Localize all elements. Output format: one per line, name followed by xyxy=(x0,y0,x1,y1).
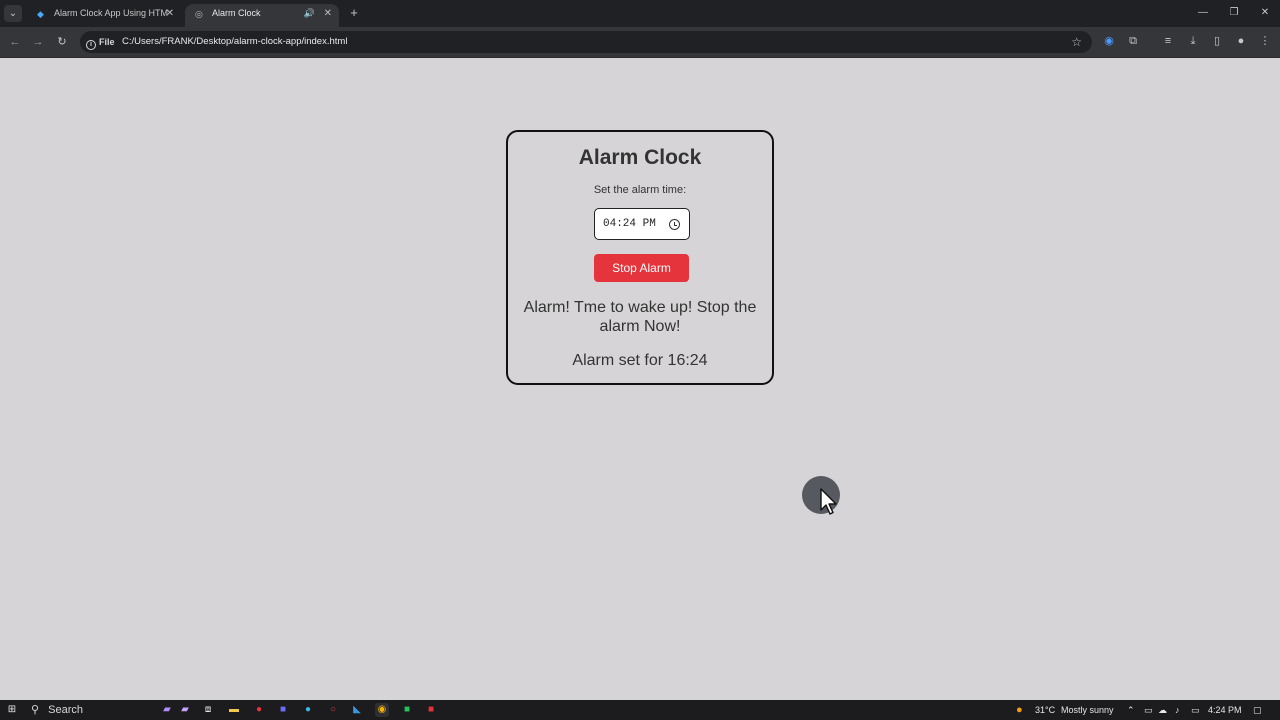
new-tab-button[interactable]: + xyxy=(347,5,361,21)
copilot-icon[interactable]: ◉ xyxy=(1102,34,1116,49)
forward-icon[interactable]: → xyxy=(31,35,45,49)
file-explorer-icon[interactable]: ▬ xyxy=(227,703,241,717)
time-value: 04:24 PM xyxy=(603,218,656,230)
reload-icon[interactable]: ↻ xyxy=(55,35,69,49)
edge-icon[interactable]: ● xyxy=(301,703,315,717)
vscode-icon[interactable]: ◣ xyxy=(350,703,364,717)
recorder-icon[interactable]: ■ xyxy=(424,703,438,717)
app-title: Alarm Clock xyxy=(578,146,702,169)
weather-icon[interactable]: ● xyxy=(1016,703,1023,717)
download-icon[interactable]: ⤓ xyxy=(1186,34,1200,49)
back-icon[interactable]: ← xyxy=(8,35,22,49)
info-icon: i xyxy=(86,40,96,50)
cloud-icon[interactable]: ☁ xyxy=(1158,703,1167,717)
stop-alarm-button[interactable]: Stop Alarm xyxy=(594,254,689,282)
close-window-icon[interactable]: ✕ xyxy=(1258,5,1272,21)
extensions-icon[interactable]: ⧉ xyxy=(1126,34,1140,49)
tab-alarm-tutorial[interactable]: ◆ Alarm Clock App Using HTML, C ✕ xyxy=(27,4,181,27)
tab-strip: ⌄ ◆ Alarm Clock App Using HTML, C ✕ ◎ Al… xyxy=(0,0,1280,27)
search-icon: ⚲ xyxy=(31,704,40,716)
chevron-up-icon[interactable]: ⌃ xyxy=(1127,703,1135,717)
opera-icon[interactable]: ● xyxy=(252,703,266,717)
clipchamp-icon[interactable]: ▰ xyxy=(160,703,174,717)
reading-list-icon[interactable]: ≡ xyxy=(1161,34,1175,49)
globe-icon: ◎ xyxy=(195,9,203,19)
address-bar[interactable]: i File C:/Users/FRANK/Desktop/alarm-clock… xyxy=(80,31,1092,53)
battery-icon[interactable]: ▭ xyxy=(1144,703,1153,717)
taskbar-search-label: Search xyxy=(48,704,83,716)
tab-label: Alarm Clock App Using HTML, C xyxy=(54,8,168,18)
clock-icon[interactable] xyxy=(669,219,680,230)
file-chip-label: File xyxy=(99,37,115,47)
clock-time[interactable]: 4:24 PM xyxy=(1208,703,1242,717)
microphone-icon[interactable]: ♪ xyxy=(1175,703,1180,717)
notification-icon[interactable]: ▢ xyxy=(1253,703,1262,717)
chrome-icon[interactable]: ◉ xyxy=(375,703,389,717)
tab-search-button[interactable]: ⌄ xyxy=(4,5,22,22)
restore-icon[interactable]: ❐ xyxy=(1227,5,1241,21)
weather-temp[interactable]: 31°C xyxy=(1035,703,1055,717)
browser-window: ⌄ ◆ Alarm Clock App Using HTML, C ✕ ◎ Al… xyxy=(0,0,1280,700)
premiere-icon[interactable]: ■ xyxy=(276,703,290,717)
menu-icon[interactable]: ⋮ xyxy=(1258,34,1272,49)
windows-start-icon[interactable]: ⊞ xyxy=(5,703,19,717)
page-viewport: Alarm Clock Set the alarm time: 04:24 PM… xyxy=(0,58,1280,700)
close-tab-icon[interactable]: ✕ xyxy=(324,4,332,23)
network-icon[interactable]: ▭ xyxy=(1191,703,1200,717)
alarm-time-input[interactable]: 04:24 PM xyxy=(594,208,690,240)
site-info-chip[interactable]: i File xyxy=(86,35,115,50)
side-panel-icon[interactable]: ▯ xyxy=(1210,34,1224,49)
windows-taskbar: ⊞ ⚲ Search ▰ ▰ ⧈ ▬ ● ■ ● ○ ◣ ◉ ■ ■ ● 31°… xyxy=(0,700,1280,720)
weather-desc[interactable]: Mostly sunny xyxy=(1061,703,1114,717)
alarm-card: Alarm Clock Set the alarm time: 04:24 PM… xyxy=(506,130,774,385)
droplet-icon: ◆ xyxy=(37,9,44,19)
close-tab-icon[interactable]: ✕ xyxy=(166,4,174,23)
speaker-icon[interactable]: 🔊 xyxy=(304,4,315,23)
profile-avatar-icon[interactable]: ● xyxy=(1234,34,1248,49)
mouse-cursor-icon xyxy=(802,476,840,515)
browser-toolbar: ← → ↻ i File C:/Users/FRANK/Desktop/alarm… xyxy=(0,27,1280,58)
tab-alarm-clock[interactable]: ◎ Alarm Clock 🔊 ✕ xyxy=(185,4,339,27)
camtasia-icon[interactable]: ■ xyxy=(400,703,414,717)
minimize-icon[interactable]: — xyxy=(1196,5,1210,21)
alarm-message: Alarm! Tme to wake up! Stop the alarm No… xyxy=(523,299,757,335)
bookmark-star-icon[interactable]: ☆ xyxy=(1071,34,1082,50)
task-view-icon[interactable]: ⧈ xyxy=(201,703,215,717)
opera-gx-icon[interactable]: ○ xyxy=(326,703,340,717)
taskbar-search[interactable]: ⚲ Search xyxy=(31,702,83,718)
alarm-time-label: Set the alarm time: xyxy=(593,184,687,196)
alarm-status: Alarm set for 16:24 xyxy=(572,352,708,369)
url-text[interactable]: C:/Users/FRANK/Desktop/alarm-clock-app/i… xyxy=(122,35,347,49)
photos-icon[interactable]: ▰ xyxy=(178,703,192,717)
